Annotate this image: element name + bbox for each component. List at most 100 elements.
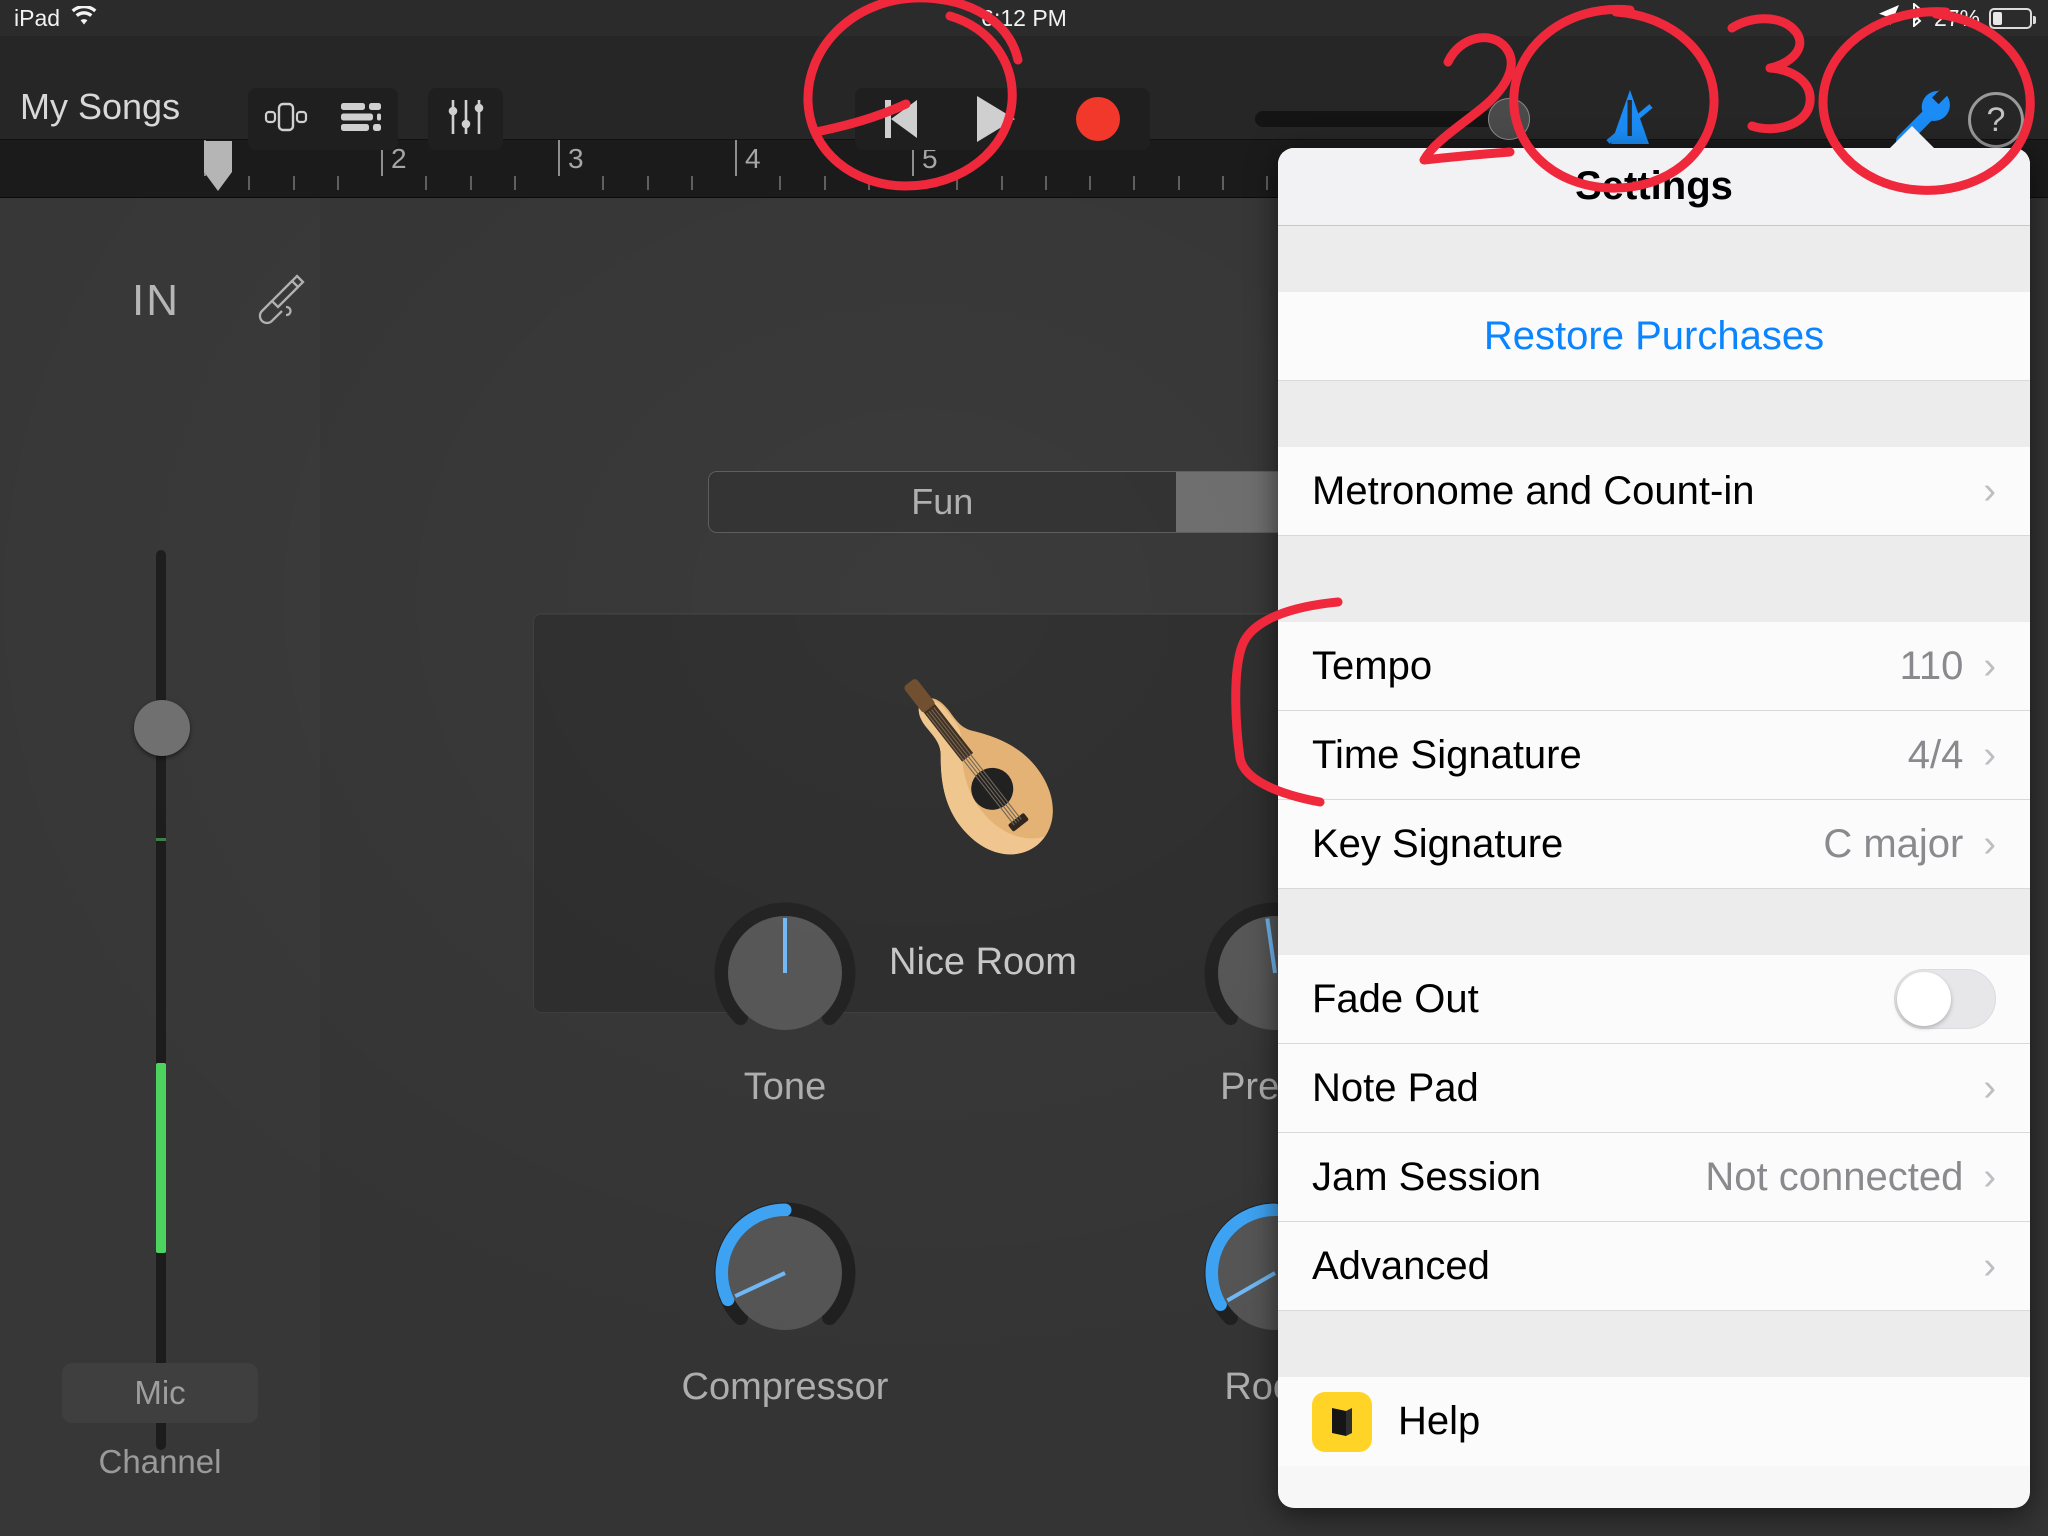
settings-row-label: Metronome and Count-in bbox=[1312, 468, 1755, 513]
settings-row-label: Tempo bbox=[1312, 643, 1433, 688]
status-device-label: iPad bbox=[14, 4, 61, 31]
ruler-sub-tick bbox=[1089, 176, 1091, 190]
record-button[interactable] bbox=[1075, 97, 1120, 141]
settings-row-help[interactable]: Help bbox=[1278, 1377, 2030, 1466]
ruler-sub-tick bbox=[867, 176, 870, 190]
ruler-sub-tick bbox=[469, 176, 472, 190]
knob-label: Tone bbox=[743, 1066, 827, 1108]
ruler-sub-tick bbox=[292, 176, 295, 190]
metronome-icon[interactable] bbox=[1595, 86, 1665, 152]
settings-row-note-pad[interactable]: Note Pad › bbox=[1278, 1044, 2030, 1133]
settings-row-time-signature[interactable]: Time Signature 4/4 › bbox=[1278, 711, 2030, 800]
input-label: IN bbox=[132, 276, 180, 325]
settings-row-tempo[interactable]: Tempo 110 › bbox=[1278, 622, 2030, 711]
mixer-button[interactable] bbox=[428, 88, 503, 150]
navigation-view-button[interactable] bbox=[248, 88, 323, 150]
status-clock: 6:12 PM bbox=[981, 4, 1067, 31]
wifi-icon bbox=[71, 4, 97, 32]
knob-tone[interactable]: Tone bbox=[670, 898, 900, 1109]
ruler-sub-tick bbox=[1000, 176, 1003, 190]
input-level-slider[interactable] bbox=[156, 550, 166, 1450]
audio-jack-icon[interactable] bbox=[245, 268, 311, 334]
settings-popover: Settings Restore Purchases Metronome and… bbox=[1278, 148, 2030, 1508]
transport-controls bbox=[855, 88, 1150, 150]
settings-row-jam-session[interactable]: Jam Session Not connected › bbox=[1278, 1133, 2030, 1222]
battery-icon bbox=[1989, 7, 2036, 29]
ruler-bar-number: 4 bbox=[745, 143, 761, 174]
tracks-list-icon bbox=[339, 102, 383, 137]
ruler-sub-tick bbox=[602, 176, 605, 190]
settings-row-metronome-and-count-in[interactable]: Metronome and Count-in › bbox=[1278, 447, 2030, 536]
ruler-sub-tick bbox=[690, 176, 693, 190]
my-songs-button[interactable]: My Songs bbox=[20, 86, 180, 128]
ruler-sub-tick bbox=[1266, 176, 1268, 190]
ruler-sub-tick bbox=[779, 176, 782, 190]
slider-notch bbox=[156, 838, 166, 841]
tab-fun[interactable]: Fun bbox=[709, 472, 1176, 532]
ruler-sub-tick bbox=[1221, 176, 1224, 190]
section-gap bbox=[1278, 381, 2030, 447]
playhead[interactable] bbox=[204, 141, 232, 191]
restore-purchases-label: Restore Purchases bbox=[1483, 313, 1825, 358]
settings-popover-title: Settings bbox=[1278, 148, 2030, 226]
help-button[interactable]: ? bbox=[1968, 92, 2024, 148]
master-volume-knob[interactable] bbox=[1488, 98, 1530, 140]
restore-purchases-button[interactable]: Restore Purchases bbox=[1278, 292, 2030, 381]
ruler-sub-tick bbox=[1133, 176, 1136, 190]
ruler-sub-tick bbox=[823, 176, 826, 190]
ruler-sub-tick bbox=[513, 176, 516, 190]
device-rotate-icon bbox=[263, 100, 309, 139]
master-volume-slider[interactable] bbox=[1255, 111, 1515, 127]
knob-dial[interactable] bbox=[710, 898, 860, 1048]
section-gap bbox=[1278, 536, 2030, 622]
settings-row-label: Note Pad bbox=[1312, 1065, 1479, 1110]
knob-label: Compressor bbox=[681, 1366, 889, 1408]
settings-row-advanced[interactable]: Advanced › bbox=[1278, 1222, 2030, 1311]
ruler-bar-number: 3 bbox=[568, 143, 584, 174]
input-level-knob[interactable] bbox=[134, 700, 190, 756]
location-arrow-icon bbox=[1878, 4, 1900, 32]
ruler-sub-tick bbox=[336, 176, 339, 190]
ruler-sub-tick bbox=[1177, 176, 1180, 190]
ruler-sub-tick bbox=[646, 176, 649, 190]
app-toolbar: My Songs ? bbox=[0, 36, 2048, 150]
input-level-meter bbox=[156, 1063, 166, 1253]
chevron-right-icon: › bbox=[1983, 734, 1996, 776]
rewind-button[interactable] bbox=[885, 100, 918, 138]
settings-row-value: C major bbox=[1823, 821, 1964, 866]
chevron-right-icon: › bbox=[1983, 645, 1996, 687]
settings-row-value: Not connected bbox=[1705, 1154, 1964, 1199]
settings-row-key-signature[interactable]: Key Signature C major › bbox=[1278, 800, 2030, 889]
channel-strip: IN Mic Channel bbox=[0, 198, 320, 1536]
knob-compressor[interactable]: Compressor bbox=[670, 1198, 900, 1409]
ruler-bar-tick bbox=[735, 140, 737, 176]
settings-row-label: Jam Session bbox=[1312, 1154, 1541, 1199]
faders-icon bbox=[446, 98, 486, 141]
ruler-sub-tick bbox=[956, 176, 959, 190]
acoustic-guitar-icon bbox=[858, 652, 1108, 902]
chevron-right-icon: › bbox=[1983, 1156, 1996, 1198]
play-button[interactable] bbox=[977, 96, 1016, 142]
tracks-view-button[interactable] bbox=[323, 88, 398, 150]
settings-row-fade-out[interactable]: Fade Out bbox=[1278, 955, 2030, 1044]
section-gap bbox=[1278, 226, 2030, 292]
settings-row-label: Advanced bbox=[1312, 1243, 1490, 1288]
settings-row-value: 4/4 bbox=[1907, 732, 1964, 777]
ruler-sub-tick bbox=[425, 176, 428, 190]
mic-button[interactable]: Mic bbox=[62, 1363, 258, 1423]
settings-row-label: Key Signature bbox=[1312, 821, 1564, 866]
ruler-bar-tick bbox=[558, 140, 560, 176]
settings-row-value: 110 bbox=[1899, 643, 1964, 688]
settings-row-label: Fade Out bbox=[1312, 976, 1479, 1021]
battery-percent-label: 27% bbox=[1933, 4, 1980, 31]
bluetooth-icon bbox=[1909, 1, 1925, 33]
section-gap bbox=[1278, 1311, 2030, 1377]
settings-row-toggle[interactable] bbox=[1894, 969, 1996, 1029]
chevron-right-icon: › bbox=[1983, 823, 1996, 865]
chevron-right-icon: › bbox=[1983, 1245, 1996, 1287]
popover-arrow bbox=[1888, 126, 1936, 150]
knob-dial[interactable] bbox=[710, 1198, 860, 1348]
garageband-app-window: iPad 6:12 PM 27% My Songs ? 2 3 4 5 IN M… bbox=[0, 0, 2048, 1536]
ruler-sub-tick bbox=[248, 176, 251, 190]
settings-row-label: Time Signature bbox=[1312, 732, 1582, 777]
